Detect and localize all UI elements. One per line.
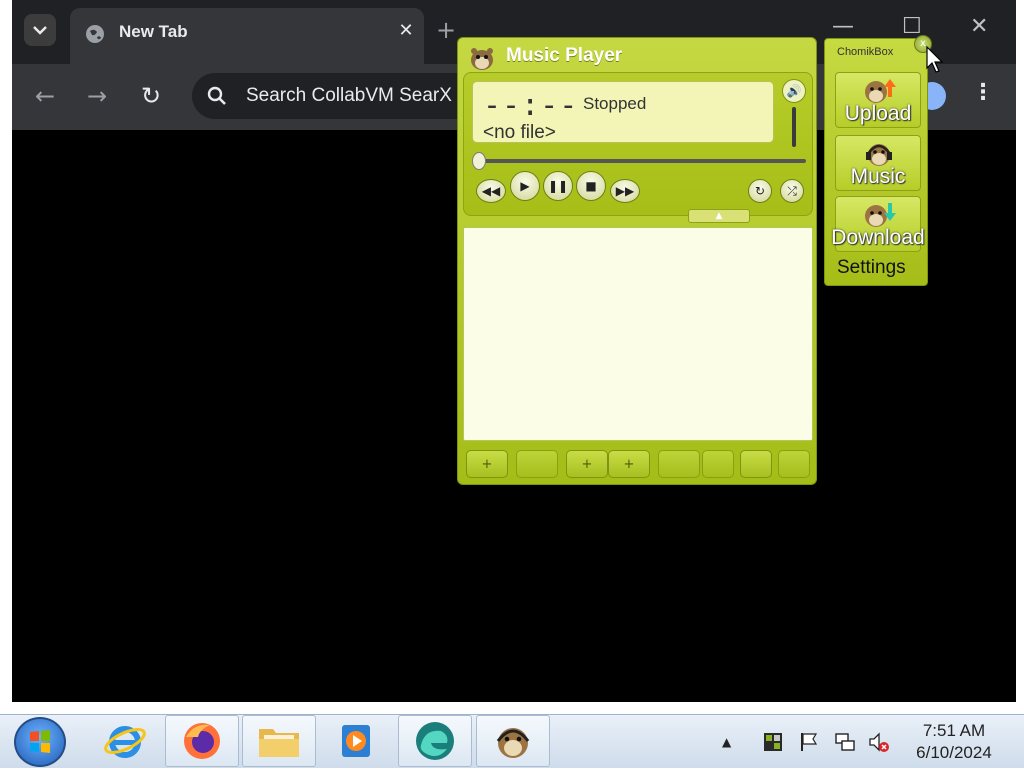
music-player-window: Music Player --:-- Stopped <no file> 🔊 ◀… xyxy=(457,37,817,485)
chevron-down-icon xyxy=(33,26,47,35)
taskbar-edge[interactable] xyxy=(398,715,472,767)
edge-icon xyxy=(416,722,454,760)
folder-add-icon: + xyxy=(623,456,635,472)
tab-search-button[interactable] xyxy=(24,14,56,46)
hamster-upload-icon xyxy=(865,79,896,103)
tab-new-tab[interactable]: New Tab ✕ xyxy=(70,8,424,64)
new-tab-button[interactable]: + xyxy=(436,16,456,44)
playlist-area[interactable] xyxy=(463,227,813,441)
chomikbox-tray-icon[interactable] xyxy=(762,731,784,753)
desktop: New Tab ✕ + — ☐ ✕ ← → ↻ Search CollabVM … xyxy=(0,0,1024,714)
open-playlist-button[interactable] xyxy=(740,450,772,478)
taskbar-chomikbox[interactable] xyxy=(476,715,550,767)
hamster-icon xyxy=(471,48,493,70)
window-close-button[interactable]: ✕ xyxy=(970,14,988,39)
pause-button[interactable]: ❚❚ xyxy=(543,171,573,201)
player-title: Music Player xyxy=(506,45,623,66)
file-add-icon: + xyxy=(581,456,593,472)
tab-title: New Tab xyxy=(119,22,188,41)
back-button[interactable]: ← xyxy=(30,82,60,110)
media-player-icon xyxy=(342,725,370,757)
taskbar-file-explorer[interactable] xyxy=(242,715,316,767)
repeat-button[interactable]: ↻ xyxy=(748,179,772,203)
taskbar: ▲ 7:51 AM 6/10/2024 xyxy=(0,714,1024,768)
current-file: <no file> xyxy=(483,122,556,143)
hamster-add-icon: + xyxy=(481,456,493,472)
volume-slider[interactable] xyxy=(792,107,796,147)
address-bar-text: Search CollabVM SearX xyxy=(246,85,452,106)
clock-date[interactable]: 6/10/2024 xyxy=(904,743,1004,763)
hamster-icon xyxy=(496,728,530,758)
add-file-button[interactable]: + xyxy=(566,450,608,478)
settings-button[interactable]: Settings xyxy=(837,257,906,279)
firefox-icon xyxy=(184,723,220,759)
chomikbox-panel: ChomikBox x Upload Music Download Settin… xyxy=(824,35,932,286)
playback-status: Stopped xyxy=(583,94,647,113)
shuffle-button[interactable]: ⤮ xyxy=(780,179,804,203)
forward-button[interactable]: → xyxy=(82,82,112,110)
seek-thumb[interactable] xyxy=(472,152,486,170)
download-button[interactable]: Download xyxy=(831,196,925,252)
add-from-chomik-button[interactable]: + xyxy=(466,450,508,478)
clock-time[interactable]: 7:51 AM xyxy=(904,721,1004,741)
next-button[interactable]: ▶▶ xyxy=(610,179,640,203)
tab-close-icon[interactable]: ✕ xyxy=(394,20,418,41)
save-playlist-button[interactable] xyxy=(778,450,810,478)
search-icon xyxy=(207,86,226,105)
windows-logo-icon xyxy=(30,730,50,753)
play-button[interactable]: ▶ xyxy=(510,171,540,201)
seek-bar[interactable] xyxy=(478,159,806,163)
reload-button[interactable]: ↻ xyxy=(136,82,166,110)
collapse-button[interactable]: ▲ xyxy=(688,209,750,223)
new-playlist-button[interactable] xyxy=(702,450,734,478)
upload-button[interactable]: Upload xyxy=(835,72,921,128)
time-display: --:-- xyxy=(483,88,579,123)
hamster-download-icon xyxy=(865,203,896,227)
clear-playlist-button[interactable] xyxy=(658,450,700,478)
stop-button[interactable]: ■ xyxy=(576,171,606,201)
previous-button[interactable]: ◀◀ xyxy=(476,179,506,203)
internet-explorer-icon xyxy=(104,726,146,758)
chomikbox-title: ChomikBox xyxy=(837,46,894,58)
start-button[interactable] xyxy=(14,717,66,767)
upload-label: Upload xyxy=(844,102,912,125)
folder-icon xyxy=(259,729,299,757)
volume-icon[interactable]: 🔊 xyxy=(782,79,806,103)
player-panel: --:-- Stopped <no file> 🔊 ◀◀ ▶ ❚❚ ■ ▶▶ ↻… xyxy=(463,72,813,223)
action-center-flag-icon[interactable] xyxy=(798,731,820,753)
remove-from-chomik-button[interactable] xyxy=(516,450,558,478)
download-label: Download xyxy=(831,226,925,249)
mouse-cursor-icon xyxy=(926,46,944,73)
taskbar-media-player[interactable] xyxy=(319,715,393,767)
hamster-headphones-icon xyxy=(866,144,892,166)
show-hidden-icons-button[interactable]: ▲ xyxy=(722,735,731,749)
music-button[interactable]: Music xyxy=(835,135,921,191)
taskbar-internet-explorer[interactable] xyxy=(88,715,162,767)
music-label: Music xyxy=(850,165,906,188)
player-display: --:-- Stopped <no file> xyxy=(472,81,774,143)
chrome-menu-button[interactable]: ⋮ xyxy=(972,80,994,105)
taskbar-firefox[interactable] xyxy=(165,715,239,767)
globe-icon xyxy=(86,25,104,43)
volume-muted-icon[interactable] xyxy=(868,731,890,753)
network-icon[interactable] xyxy=(834,731,856,753)
add-folder-button[interactable]: + xyxy=(608,450,650,478)
minimize-button[interactable]: — xyxy=(832,14,854,39)
